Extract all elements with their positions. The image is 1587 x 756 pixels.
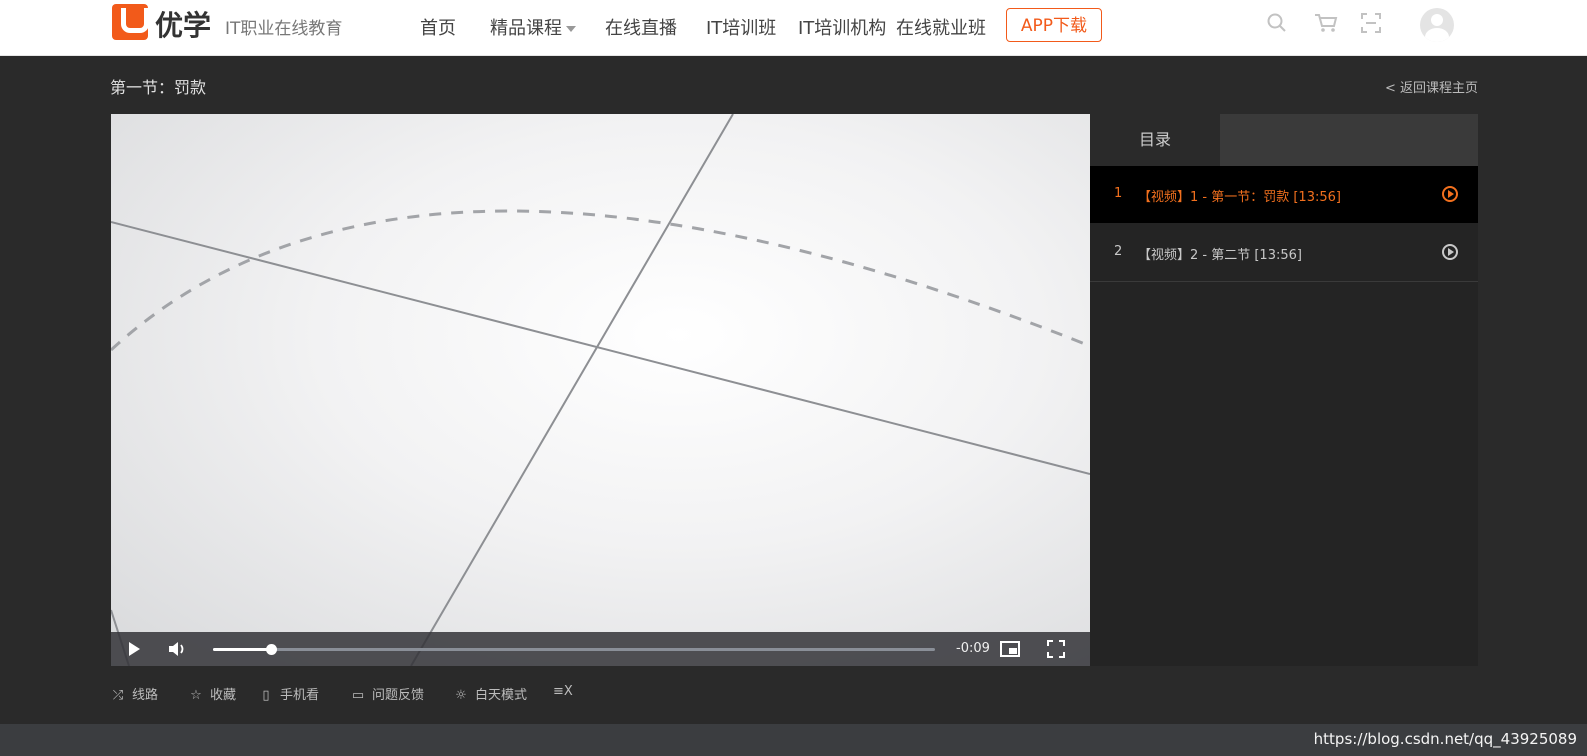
playlist-item-number: 2 xyxy=(1114,244,1123,259)
message-icon: ▭ xyxy=(351,688,365,703)
feedback-label: 问题反馈 xyxy=(372,688,425,703)
playlist-item[interactable]: 1 【视频】1 - 第一节：罚款 [13:56] xyxy=(1090,166,1478,223)
nav-live[interactable]: 在线直播 xyxy=(605,14,677,40)
play-icon[interactable] xyxy=(126,640,142,658)
play-circle-icon[interactable] xyxy=(1442,186,1458,202)
progress-handle[interactable] xyxy=(265,644,277,655)
favorite-button[interactable]: ☆ 收藏 xyxy=(188,684,236,703)
nav-employment-class[interactable]: 在线就业班 xyxy=(896,14,986,40)
day-mode-label: 白天模式 xyxy=(475,688,528,703)
nav-courses[interactable]: 精品课程 xyxy=(490,14,576,40)
playlist-item-number: 1 xyxy=(1114,186,1123,201)
nav-training-org[interactable]: IT培训机构 xyxy=(798,14,886,40)
player-controls: -0:09 xyxy=(111,632,1090,666)
day-mode-button[interactable]: ☼ 白天模式 xyxy=(453,684,527,703)
playlist-panel: 目录 1 【视频】1 - 第一节：罚款 [13:56] 2 【视频】2 - 第二… xyxy=(1090,114,1478,666)
extra-button[interactable]: ≡X xyxy=(553,684,573,699)
volume-icon[interactable] xyxy=(167,640,187,658)
route-button[interactable]: ⤮ 线路 xyxy=(110,684,158,703)
fullscreen-icon[interactable] xyxy=(1047,640,1065,658)
video-player[interactable]: -0:09 xyxy=(111,114,1090,666)
lesson-title: 第一节：罚款 xyxy=(110,78,207,97)
brand-name[interactable]: 优学 xyxy=(155,4,211,44)
playlist-item-title: 【视频】2 - 第二节 [13:56] xyxy=(1138,248,1302,263)
star-icon: ☆ xyxy=(190,688,202,703)
time-remaining: -0:09 xyxy=(956,641,990,656)
chevron-down-icon xyxy=(566,26,576,32)
shuffle-icon: ⤮ xyxy=(112,688,124,703)
scan-icon[interactable] xyxy=(1360,12,1382,34)
sun-icon: ☼ xyxy=(455,688,467,703)
favorite-label: 收藏 xyxy=(210,688,237,703)
feedback-button[interactable]: ▭ 问题反馈 xyxy=(350,684,424,703)
progress-bar[interactable] xyxy=(213,644,935,655)
user-avatar[interactable] xyxy=(1420,8,1454,42)
back-to-course-link[interactable]: < 返回课程主页 xyxy=(1385,77,1478,96)
playlist-item-title: 【视频】1 - 第一节：罚款 [13:56] xyxy=(1138,190,1341,205)
play-circle-icon[interactable] xyxy=(1442,244,1458,260)
nav-home[interactable]: 首页 xyxy=(420,14,456,40)
nav-training-class[interactable]: IT培训班 xyxy=(706,14,776,40)
progress-fill xyxy=(213,648,271,651)
footer-band: https://blog.csdn.net/qq_43925089 xyxy=(0,724,1587,756)
search-icon[interactable] xyxy=(1266,12,1288,34)
video-frame-graphic xyxy=(111,114,1090,666)
cart-icon[interactable] xyxy=(1314,12,1338,34)
app-download-button[interactable]: APP下载 xyxy=(1006,8,1102,42)
mobile-watch-button[interactable]: ▯ 手机看 xyxy=(258,684,319,703)
brand-tagline: IT职业在线教育 xyxy=(225,19,343,39)
picture-in-picture-icon[interactable] xyxy=(1000,640,1020,658)
mobile-label: 手机看 xyxy=(280,688,320,703)
watermark: https://blog.csdn.net/qq_43925089 xyxy=(1313,730,1577,748)
top-navbar: 优学 IT职业在线教育 首页 精品课程 在线直播 IT培训班 IT培训机构 在线… xyxy=(0,0,1587,56)
phone-icon: ▯ xyxy=(262,688,270,703)
tab-catalog[interactable]: 目录 xyxy=(1090,114,1220,166)
panel-header: 目录 xyxy=(1090,114,1478,166)
playlist-item[interactable]: 2 【视频】2 - 第二节 [13:56] xyxy=(1090,224,1478,282)
route-label: 线路 xyxy=(132,688,159,703)
logo-icon[interactable] xyxy=(112,4,149,40)
nav-courses-label: 精品课程 xyxy=(490,18,562,39)
